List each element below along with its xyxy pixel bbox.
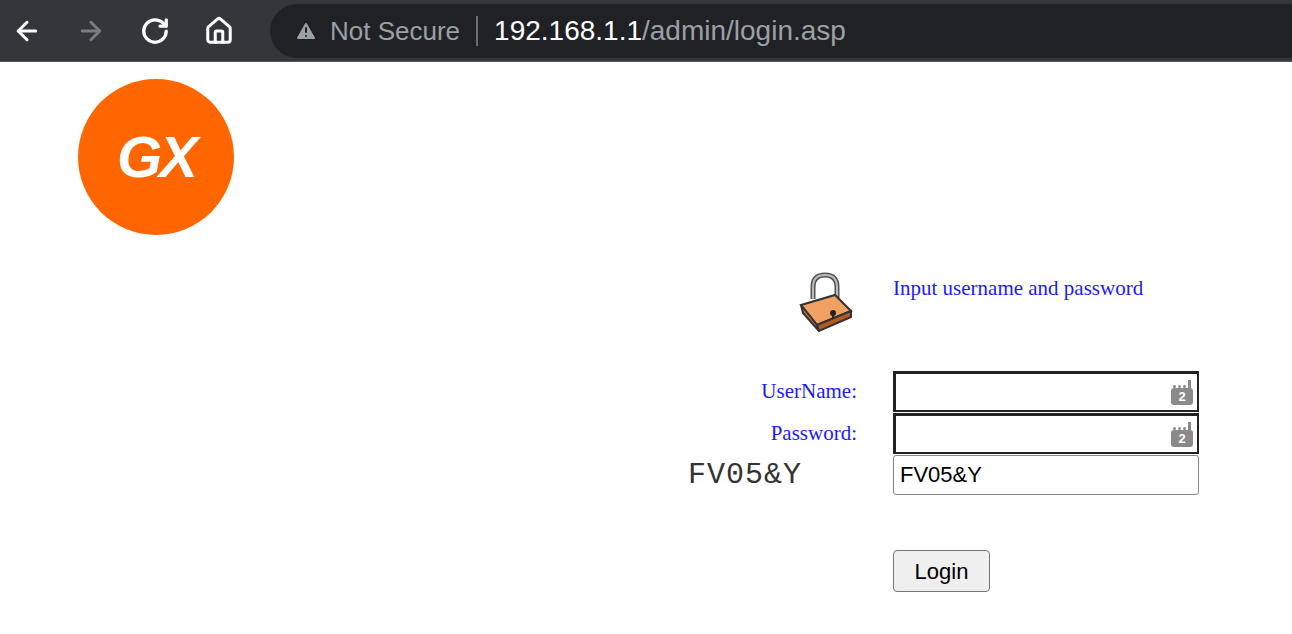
lock-icon <box>795 269 857 333</box>
browser-toolbar: Not Secure 192.168.1.1/admin/login.asp <box>0 0 1292 62</box>
page: GXInput username and passwordUserName:2P… <box>0 62 1292 592</box>
field-label: UserName: <box>0 381 857 402</box>
home-button[interactable] <box>194 6 244 56</box>
divider <box>476 16 478 46</box>
captcha-row: FV05&Y <box>0 455 1292 495</box>
text-row: UserName: 2 <box>0 371 1292 412</box>
login-form: UserName: 2 Password: 2 FV05&Y <box>0 371 1292 495</box>
login-button[interactable]: Login <box>893 550 990 592</box>
password-manager-icon[interactable]: 2 <box>1171 420 1193 448</box>
browser-window: Not Secure 192.168.1.1/admin/login.asp GX I… <box>0 0 1292 634</box>
reload-button[interactable] <box>130 6 180 56</box>
url[interactable]: 192.168.1.1/admin/login.asp <box>494 17 846 45</box>
logo: GX <box>78 79 234 235</box>
address-bar[interactable]: Not Secure 192.168.1.1/admin/login.asp <box>270 4 1292 58</box>
forward-button <box>66 6 116 56</box>
captcha-image: FV05&Y <box>688 460 802 490</box>
password-row: Password: 2 <box>0 413 1292 454</box>
captcha-input[interactable] <box>893 455 1199 495</box>
security-label[interactable]: Not Secure <box>330 18 460 44</box>
username-input[interactable] <box>893 371 1199 412</box>
warning-icon <box>294 19 318 43</box>
back-button[interactable] <box>2 6 52 56</box>
login-header: Input username and password <box>0 269 1292 333</box>
field-label: Password: <box>0 423 857 444</box>
password-input[interactable] <box>893 413 1199 454</box>
password-manager-icon[interactable]: 2 <box>1171 378 1193 406</box>
login-heading: Input username and password <box>893 269 1199 305</box>
